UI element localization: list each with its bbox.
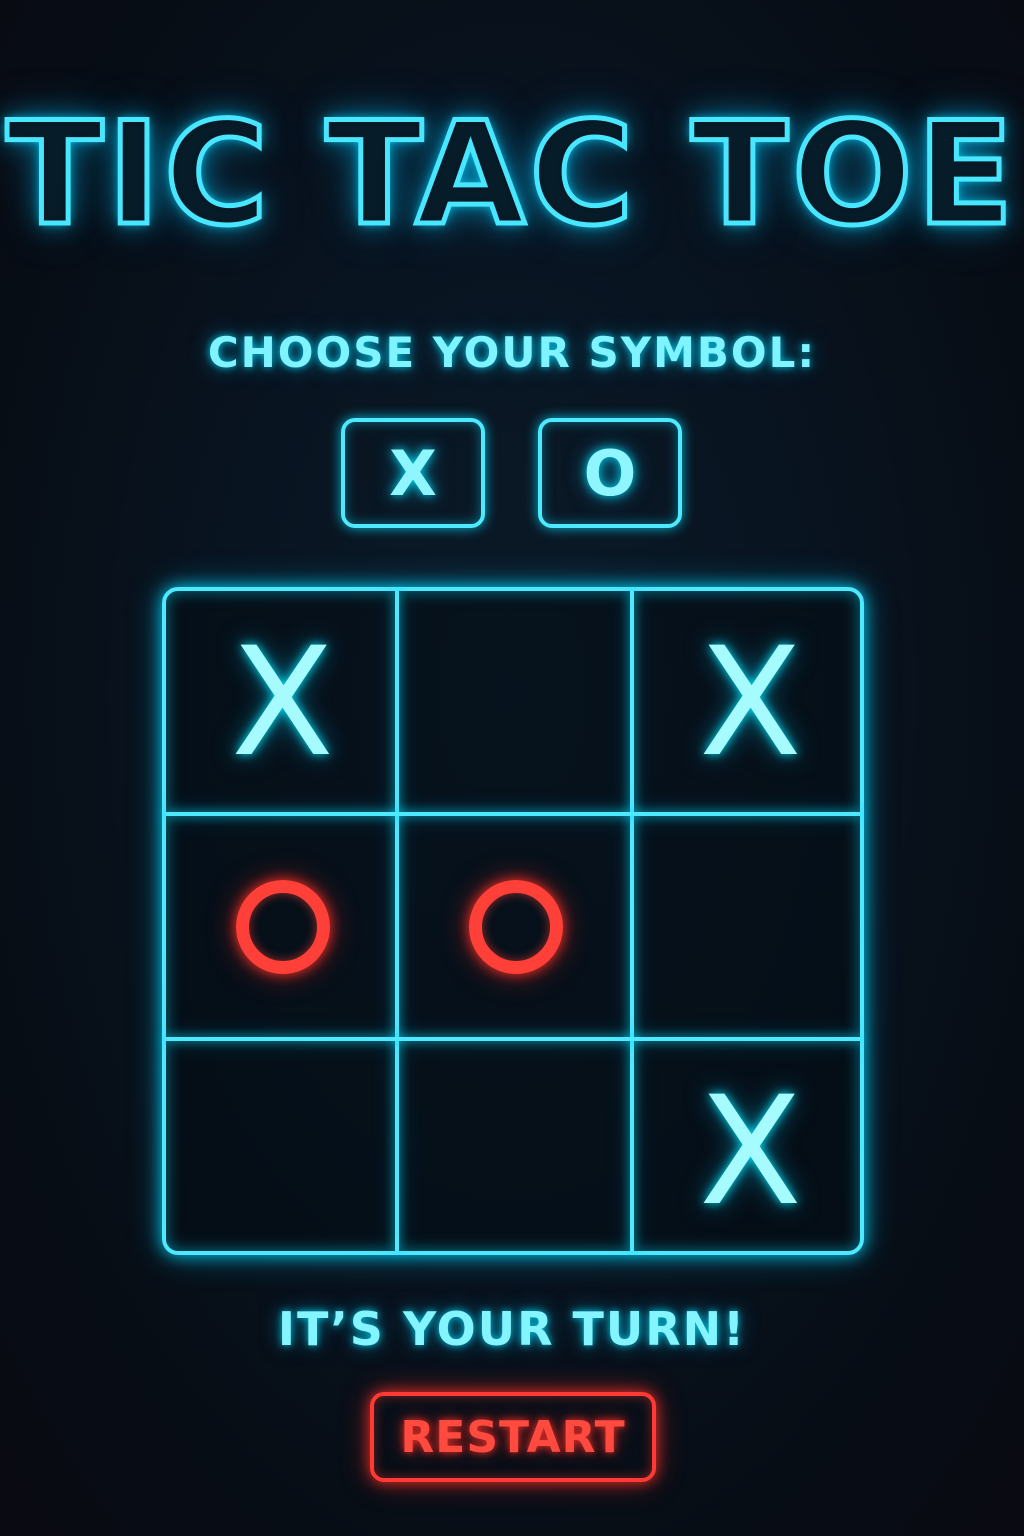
game-title: TIC TAC TOE [4, 92, 1018, 257]
x-mark-icon: X [699, 616, 802, 790]
restart-button[interactable]: RESTART [370, 1392, 656, 1482]
board-cell-6[interactable] [634, 815, 867, 1039]
board-cell-1[interactable]: X [166, 591, 399, 815]
choose-symbol-prompt: CHOOSE YOUR SYMBOL: [207, 328, 817, 377]
board-cell-2[interactable] [399, 591, 632, 815]
x-mark-icon: X [231, 616, 334, 790]
board-cell-4[interactable]: O [166, 815, 399, 1039]
board-cell-7[interactable] [166, 1040, 399, 1264]
o-ring-icon: O [468, 880, 563, 974]
turn-status: IT’S YOUR TURN! [277, 1302, 747, 1356]
board-cell-3[interactable]: X [634, 591, 867, 815]
board-cell-5[interactable]: O [399, 815, 632, 1039]
game-board: X X O O X [162, 587, 864, 1255]
board-cell-8[interactable] [399, 1040, 632, 1264]
x-mark-icon: X [699, 1065, 802, 1239]
o-ring-icon: O [235, 880, 330, 974]
choose-o-button[interactable]: O [538, 418, 682, 528]
choose-x-button[interactable]: X [341, 418, 485, 528]
board-cell-9[interactable]: X [634, 1040, 867, 1264]
